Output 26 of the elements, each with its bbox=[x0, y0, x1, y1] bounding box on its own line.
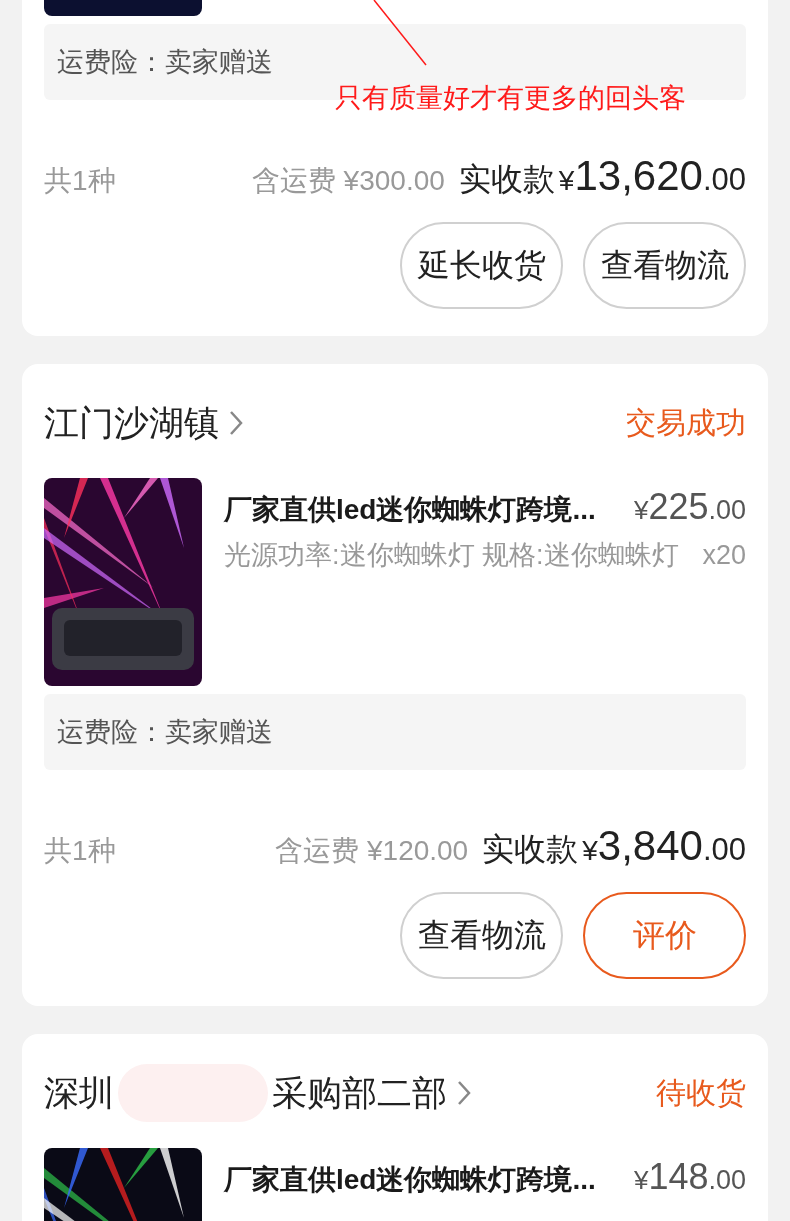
order-action-button[interactable]: 评价 bbox=[583, 892, 746, 979]
freight-insurance-note: 运费险：卖家赠送 bbox=[44, 694, 746, 770]
shop-name[interactable]: 采购部二部 bbox=[272, 1069, 447, 1117]
product-price: ¥148.00 bbox=[633, 1156, 746, 1198]
product-spec: 光源功率:迷你蜘蛛灯 规格:迷你蜘蛛灯 bbox=[224, 539, 679, 572]
order-action-button[interactable]: 延长收货 bbox=[400, 222, 563, 309]
shop-name[interactable]: 江门沙湖镇 bbox=[44, 399, 219, 447]
annotation-text: 只有质量好才有更多的回头客 bbox=[335, 82, 686, 115]
chevron-right-icon bbox=[457, 1080, 471, 1106]
order-status: 待收货 bbox=[656, 1074, 746, 1111]
product-title[interactable]: 厂家直供led迷你蜘蛛灯跨境... bbox=[224, 1161, 596, 1199]
order-status: 交易成功 bbox=[626, 404, 746, 441]
shipping-fee: 含运费 ¥120.00 bbox=[275, 834, 469, 868]
quantity: x20 bbox=[702, 540, 746, 571]
order-action-button[interactable]: 查看物流 bbox=[400, 892, 563, 979]
total-paid: 实收款¥13,620.00 bbox=[458, 152, 746, 201]
order-action-button[interactable]: 查看物流 bbox=[583, 222, 746, 309]
shipping-fee: 含运费 ¥300.00 bbox=[251, 164, 445, 198]
total-paid: 实收款¥3,840.00 bbox=[482, 822, 746, 871]
chevron-right-icon bbox=[229, 410, 243, 436]
item-count: 共1种 bbox=[44, 834, 116, 868]
leader-line bbox=[372, 0, 428, 66]
product-title[interactable]: 厂家直供led迷你蜘蛛灯跨境... bbox=[224, 491, 596, 529]
item-count: 共1种 bbox=[44, 164, 116, 198]
shop-name[interactable]: 深圳 bbox=[44, 1069, 114, 1117]
product-price: ¥225.00 bbox=[633, 486, 746, 528]
